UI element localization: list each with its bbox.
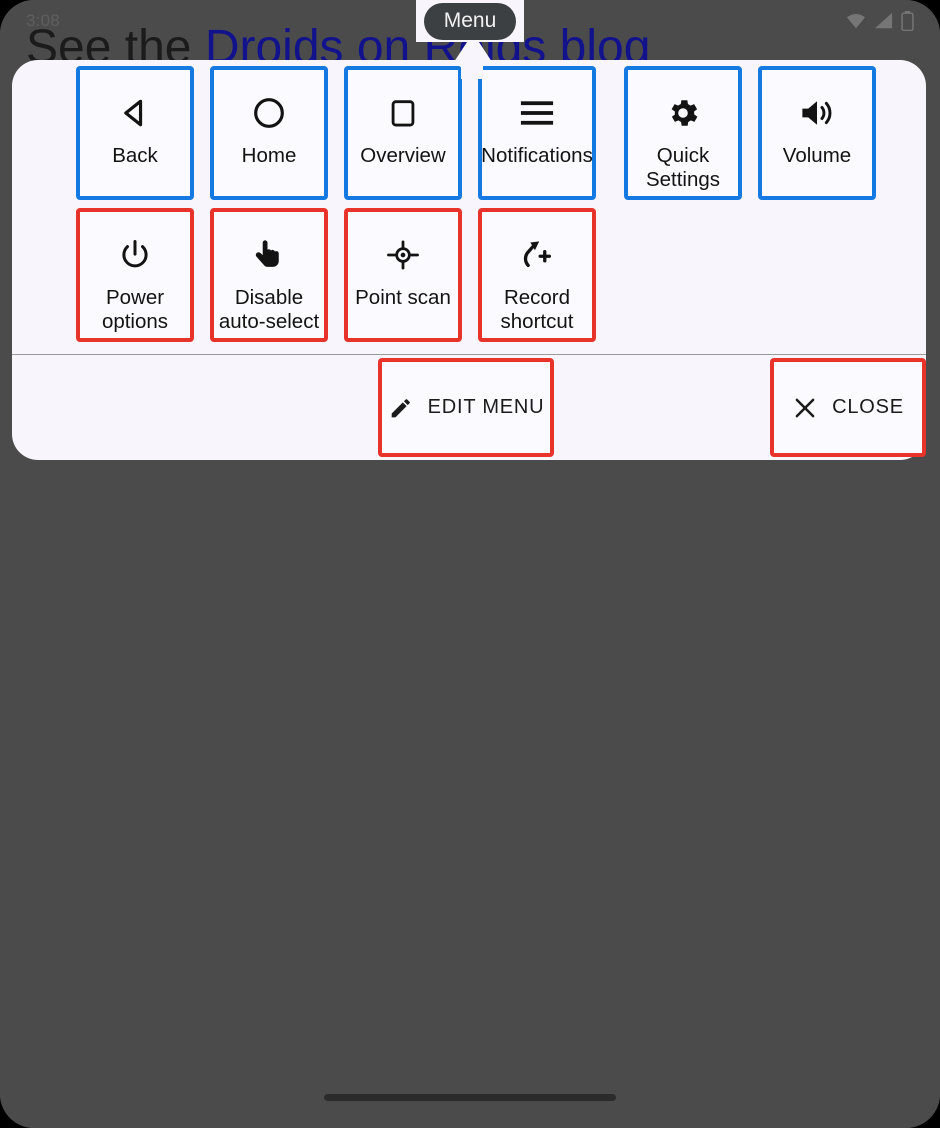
menu-item-label: Notifications — [481, 144, 593, 167]
menu-item-notifications[interactable]: Notifications — [478, 66, 596, 200]
gear-icon — [665, 92, 701, 134]
menu-item-label: Power options — [101, 286, 169, 333]
signal-icon — [875, 12, 893, 29]
menu-item-label: Quick Settings — [645, 144, 721, 191]
wifi-icon — [847, 13, 865, 29]
notifications-lines-icon — [518, 92, 556, 134]
edit-menu-button[interactable]: EDIT MENU — [378, 358, 554, 457]
menu-item-volume[interactable]: Volume — [758, 66, 876, 200]
home-gesture-bar[interactable] — [324, 1094, 616, 1101]
point-scan-icon — [385, 234, 421, 276]
menu-item-label: Back — [112, 144, 158, 167]
home-circle-icon — [250, 92, 288, 134]
volume-speaker-icon — [798, 92, 836, 134]
accessibility-menu-panel: Back Home Overview Notifications Quick S… — [12, 60, 926, 460]
accessibility-menu-footer: EDIT MENU CLOSE — [12, 355, 926, 460]
menu-item-label: Disable auto-select — [218, 286, 320, 333]
menu-item-label: Home — [241, 144, 297, 167]
menu-item-record-shortcut[interactable]: Record shortcut — [478, 208, 596, 342]
menu-tooltip: Menu — [423, 2, 517, 40]
battery-icon — [901, 11, 914, 31]
status-bar-icons — [845, 11, 914, 31]
menu-tooltip-container: Menu — [416, 0, 524, 42]
menu-item-label: Volume — [782, 144, 852, 167]
menu-item-point-scan[interactable]: Point scan — [344, 208, 462, 342]
menu-item-label: Record shortcut — [500, 286, 574, 333]
menu-item-quick-settings[interactable]: Quick Settings — [624, 66, 742, 200]
menu-pointer-arrow-stem — [461, 55, 483, 79]
menu-item-label: Overview — [360, 144, 446, 167]
menu-item-overview[interactable]: Overview — [344, 66, 462, 200]
close-button[interactable]: CLOSE — [770, 358, 926, 457]
menu-item-label: Point scan — [355, 286, 451, 309]
accessibility-menu-grid: Back Home Overview Notifications Quick S… — [12, 60, 926, 354]
pencil-icon — [388, 395, 414, 421]
tap-hand-icon — [252, 234, 286, 276]
menu-item-home[interactable]: Home — [210, 66, 328, 200]
edit-menu-label: EDIT MENU — [427, 396, 545, 418]
overview-square-icon — [386, 92, 420, 134]
record-shortcut-icon — [519, 234, 555, 276]
close-x-icon — [792, 395, 818, 421]
menu-item-power-options[interactable]: Power options — [76, 208, 194, 342]
menu-item-disable-auto-select[interactable]: Disable auto-select — [210, 208, 328, 342]
close-label: CLOSE — [832, 396, 904, 418]
power-icon — [117, 234, 153, 276]
menu-item-back[interactable]: Back — [76, 66, 194, 200]
device-screen: 3:08 See the Droids on Roids blog Menu B… — [0, 0, 940, 1128]
back-triangle-icon — [116, 92, 154, 134]
